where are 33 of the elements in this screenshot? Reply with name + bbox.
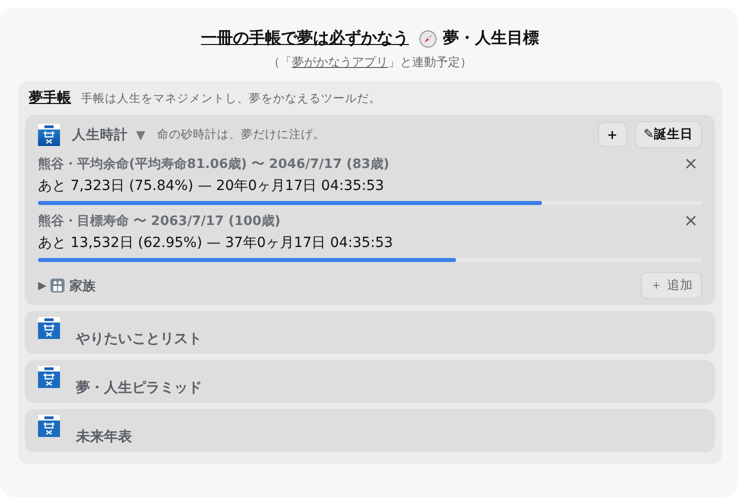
- note-text: （「: [268, 55, 292, 69]
- section-card[interactable]: やりたいことリスト: [25, 311, 715, 354]
- app-icon: [38, 415, 60, 437]
- close-button[interactable]: ×: [680, 211, 702, 231]
- app-icon: [38, 124, 60, 146]
- notebook-title[interactable]: 夢手帳: [29, 89, 71, 107]
- birthday-button[interactable]: ✎誕生日: [634, 121, 702, 148]
- family-icon: [50, 278, 66, 293]
- remaining-time: あと 13,532日 (62.95%) — 37年0ヶ月17日 04:35:53: [38, 234, 394, 252]
- app-icon: [38, 317, 60, 339]
- collapse-toggle[interactable]: ▼: [136, 128, 150, 142]
- close-button[interactable]: ×: [680, 154, 702, 174]
- page-title: 一冊の手帳で夢は必ずかなう: [201, 28, 409, 49]
- section-title: 人生時計: [72, 126, 128, 144]
- app-link[interactable]: 夢がかなうアプリ: [292, 55, 388, 69]
- family-label: 家族: [69, 278, 96, 294]
- page-subtitle: 夢・人生目標: [443, 28, 539, 49]
- add-button[interactable]: +: [598, 122, 627, 147]
- timer-label: 熊谷・目標寿命 〜 2063/7/17 (100歳): [38, 212, 280, 230]
- section-title: 夢・人生ピラミッド: [76, 378, 202, 396]
- timer-label: 熊谷・平均余命(平均寿命81.06歳) 〜 2046/7/17 (83歳): [38, 156, 390, 173]
- compass-icon: [419, 30, 437, 48]
- add-button[interactable]: ＋ 追加: [641, 272, 702, 299]
- expand-toggle[interactable]: ▶: [38, 279, 46, 292]
- section-card[interactable]: 夢・人生ピラミッド: [25, 360, 715, 403]
- notebook-description: 手帳は人生をマネジメントし、夢をかなえるツールだ。: [81, 91, 381, 106]
- app-icon: [38, 366, 60, 388]
- section-description: 命の砂時計は、夢だけに注げ。: [157, 127, 326, 142]
- remaining-time: あと 7,323日 (75.84%) — 20年0ヶ月17日 04:35:53: [38, 177, 386, 195]
- section-title: やりたいことリスト: [76, 330, 202, 348]
- note-text: 」と連動予定）: [388, 55, 472, 69]
- section-card[interactable]: 未来年表: [25, 409, 715, 452]
- section-title: 未来年表: [76, 428, 132, 446]
